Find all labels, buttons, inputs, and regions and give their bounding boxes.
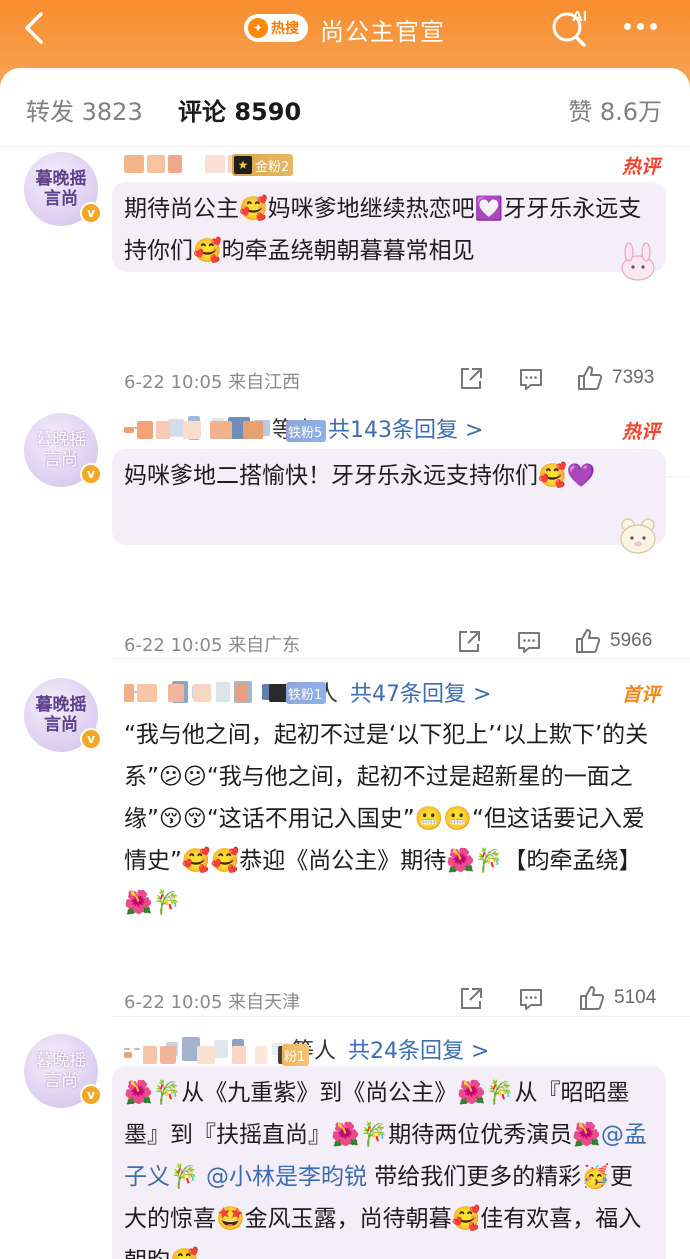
- more-icon[interactable]: [624, 16, 668, 36]
- comment-item: 暮晚摇 言尚 v 粉1 🌺🎋从《九重紫》到《尚公主》🌺🎋从『昭昭墨墨』到『扶摇直…: [0, 1034, 690, 1259]
- like-button[interactable]: 5104: [578, 984, 656, 1012]
- star-icon: ★: [234, 156, 252, 174]
- bunny-sticker-icon: [614, 240, 662, 284]
- mention-link[interactable]: @小林是李昀锐: [206, 1164, 367, 1190]
- svg-text:AI: AI: [572, 8, 587, 25]
- first-comment-tag: 首评: [621, 684, 660, 706]
- username-redacted[interactable]: [124, 153, 244, 175]
- hot-comment-tag: 热评: [621, 156, 660, 178]
- verified-badge-icon: v: [80, 202, 102, 224]
- reply-icon[interactable]: [518, 366, 544, 392]
- fan-level-badge: 铁粉1: [286, 682, 327, 704]
- reply-icon[interactable]: [516, 629, 542, 655]
- comment-bubble[interactable]: 期待尚公主🥰妈咪爹地继续热恋吧💟牙牙乐永远支持你们🥰昀牵孟绕朝朝暮暮常相见: [112, 182, 666, 281]
- reply-icon[interactable]: [518, 986, 544, 1012]
- avatar[interactable]: 暮晚摇 言尚 v: [24, 413, 102, 487]
- comment-meta: 6-22 10:05 来自天津: [124, 992, 301, 1013]
- comment-bubble[interactable]: 🌺🎋从《九重紫》到《尚公主》🌺🎋从『昭昭墨墨』到『扶摇直尚』🌺🎋期待两位优秀演员…: [112, 1066, 666, 1259]
- comment-text: 期待尚公主🥰妈咪爹地继续热恋吧💟牙牙乐永远支持你们🥰昀牵孟绕朝朝暮暮常相见: [124, 196, 642, 264]
- thumbs-up-icon: [580, 986, 605, 1010]
- username-redacted[interactable]: [124, 1044, 296, 1066]
- username-redacted[interactable]: [124, 682, 304, 704]
- fan-level-badge: 粉1: [282, 1044, 310, 1066]
- comment-text: 🌺🎋从《九重紫》到《尚公主》🌺🎋从『昭昭墨墨』到『扶摇直尚』🌺🎋期待两位优秀演员…: [124, 1080, 647, 1259]
- tab-reposts[interactable]: 转发 3823: [26, 92, 143, 127]
- ai-search-icon[interactable]: AI: [548, 6, 592, 50]
- comments-sheet: 转发 3823 评论 8590 赞 8.6万 暮晚摇 言尚 v ★ 金粉2 热评…: [0, 68, 690, 1259]
- fan-level-badge: 铁粉5: [286, 420, 327, 442]
- comment-text: “我与他之间，起初不过是‘以下犯上’‘以上欺下’的关系”😕😕“我与他之间，起初不…: [124, 722, 649, 916]
- thumbs-up-icon: [576, 629, 601, 653]
- topic-title: 尚公主官宣: [320, 18, 445, 46]
- comment-meta: 6-22 10:05 来自广东: [124, 635, 301, 656]
- tabs-divider: [0, 146, 690, 147]
- verified-badge-icon: v: [80, 463, 102, 485]
- like-button[interactable]: 5966: [574, 627, 652, 655]
- avatar[interactable]: 暮晚摇 言尚 v: [24, 678, 102, 752]
- verified-badge-icon: v: [80, 728, 102, 750]
- comment-bubble[interactable]: 妈咪爹地二搭愉快！牙牙乐永远支持你们🥰💜: [112, 449, 666, 554]
- comment-bubble[interactable]: “我与他之间，起初不过是‘以下犯上’‘以上欺下’的关系”😕😕“我与他之间，起初不…: [112, 708, 672, 968]
- fan-level-badge: ★ 金粉2: [232, 154, 294, 176]
- verified-badge-icon: v: [80, 1084, 102, 1106]
- share-icon[interactable]: [456, 629, 482, 655]
- hot-comment-tag: 热评: [621, 421, 660, 443]
- share-icon[interactable]: [458, 986, 484, 1012]
- bear-sticker-icon: [614, 513, 662, 557]
- comment-text: 妈咪爹地二搭愉快！牙牙乐永远支持你们🥰💜: [124, 463, 596, 489]
- avatar[interactable]: 暮晚摇 言尚 v: [24, 152, 102, 226]
- thumbs-up-icon: [578, 366, 603, 390]
- share-icon[interactable]: [458, 366, 484, 392]
- back-arrow-icon[interactable]: [14, 8, 54, 48]
- flame-icon: ✦: [248, 18, 268, 38]
- comment-item: 暮晚摇 言尚 v 铁粉5 热评 妈咪爹地二搭愉快！牙牙乐永远支持你们🥰💜 6-2…: [0, 413, 690, 707]
- tab-comments[interactable]: 评论 8590: [178, 92, 301, 127]
- hot-search-badge[interactable]: ✦ 热搜: [244, 14, 308, 42]
- username-redacted[interactable]: [124, 419, 263, 441]
- avatar[interactable]: 暮晚摇 言尚 v: [24, 1034, 102, 1108]
- comment-meta: 6-22 10:05 来自江西: [124, 372, 301, 393]
- comment-divider: [112, 658, 690, 659]
- like-button[interactable]: 7393: [576, 364, 654, 392]
- comment-item: 暮晚摇 言尚 v 铁粉1 首评 “我与他之间，起初不过是‘以下犯上’‘以上欺下’…: [0, 678, 690, 1064]
- tab-bar: 转发 3823 评论 8590 赞 8.6万: [0, 68, 690, 146]
- tab-likes[interactable]: 赞 8.6万: [568, 92, 662, 127]
- comment-divider: [112, 1016, 690, 1017]
